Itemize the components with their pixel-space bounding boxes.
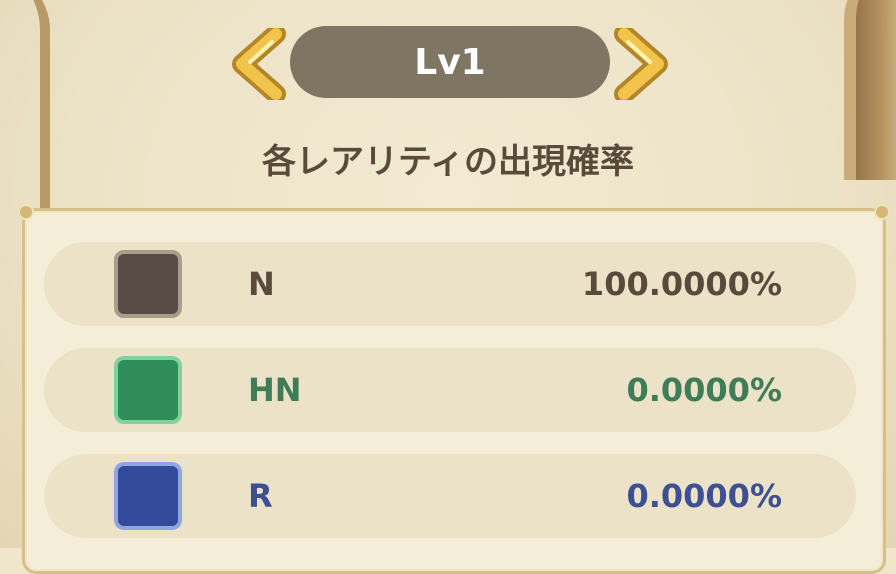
rarity-row-r: R 0.0000% xyxy=(44,454,856,538)
chevron-right-icon[interactable] xyxy=(614,24,668,104)
panel-corner-dot xyxy=(874,204,890,220)
level-selector: Lv1 xyxy=(232,24,668,104)
rarity-swatch-n xyxy=(114,250,182,318)
rarity-row-n: N 100.0000% xyxy=(44,242,856,326)
section-title: 各レアリティの出現確率 xyxy=(262,142,634,182)
rarity-row-hn: HN 0.0000% xyxy=(44,348,856,432)
rarity-swatch-r xyxy=(114,462,182,530)
panel-corner-dot xyxy=(18,204,34,220)
rarity-swatch-hn xyxy=(114,356,182,424)
chevron-left-icon[interactable] xyxy=(232,24,286,104)
rarity-name: N xyxy=(248,265,275,303)
level-label: Lv1 xyxy=(290,26,610,98)
rarity-name: R xyxy=(248,477,273,515)
rarity-name: HN xyxy=(248,371,302,409)
rarity-probability: 100.0000% xyxy=(581,265,782,303)
rarity-probability: 0.0000% xyxy=(626,477,782,515)
rarity-probability: 0.0000% xyxy=(626,371,782,409)
